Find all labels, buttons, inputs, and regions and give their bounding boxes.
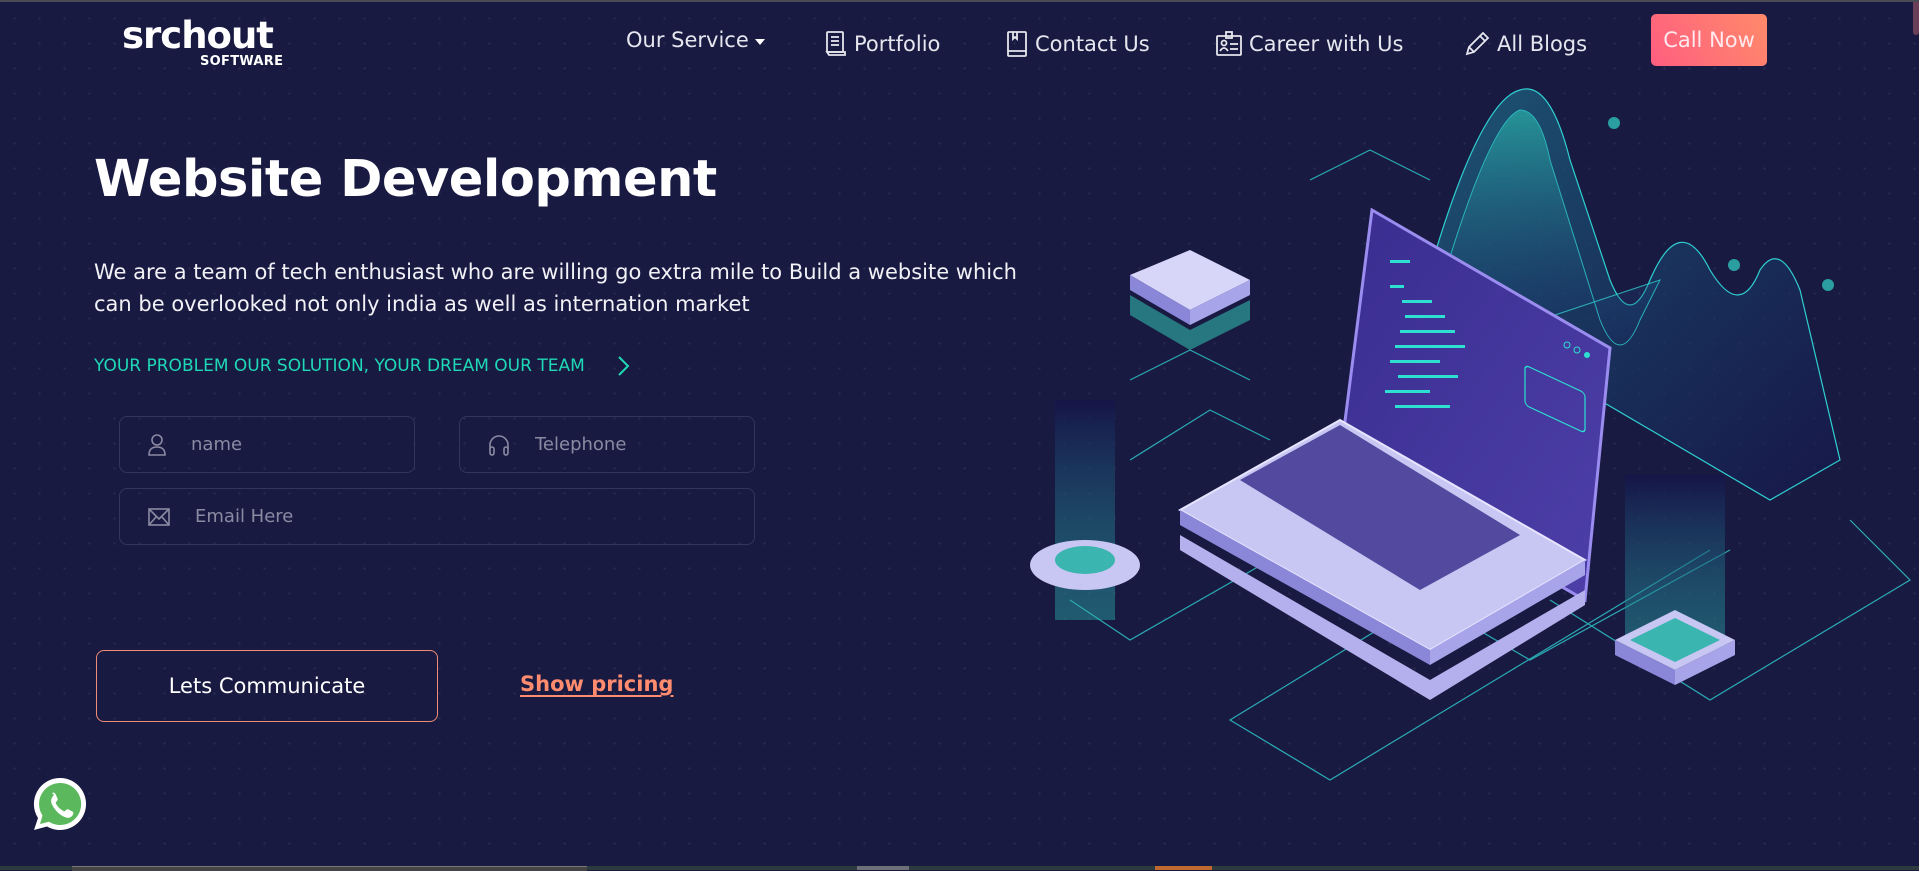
name-field[interactable] [119,416,418,473]
nav-item-career[interactable]: Career with Us [1216,24,1403,64]
envelope-icon [147,505,171,529]
nav-label: Portfolio [854,32,941,56]
call-now-button[interactable]: Call Now [1651,14,1767,66]
nav-item-contact-us[interactable]: Contact Us [1006,24,1150,64]
whatsapp-icon [33,777,87,830]
telephone-field[interactable] [459,416,762,473]
show-pricing-link[interactable]: Show pricing [520,672,673,696]
whatsapp-button[interactable] [30,774,90,834]
pencil-icon [1465,31,1490,56]
nav-label: Career with Us [1249,32,1404,56]
chevron-right-icon [618,356,630,376]
window-top-border [0,0,1919,2]
nav-label: Our Service [626,28,749,52]
caret-down-icon [754,39,765,45]
brand-subtitle: SOFTWARE [200,54,284,69]
scrollbar-thumb[interactable] [1913,2,1919,35]
lets-communicate-button[interactable]: Lets Communicate [96,650,438,722]
brand-name: srchout [122,14,274,57]
nav-label: All Blogs [1497,32,1588,56]
book-icon [1007,31,1027,57]
nav-item-portfolio[interactable]: Portfolio [825,24,940,64]
id-card-icon [1216,31,1242,56]
email-input[interactable] [193,488,754,545]
taskbar-item[interactable] [857,866,909,870]
name-input[interactable] [189,416,418,473]
tagline-link[interactable]: YOUR PROBLEM OUR SOLUTION, YOUR DREAM OU… [94,355,631,377]
brand-logo[interactable]: srchout SOFTWARE [122,16,292,72]
laptop-illustration [1030,88,1911,781]
nav-item-our-service[interactable]: Our Service [626,20,765,60]
nav-label: Contact Us [1035,32,1150,56]
headphones-icon [487,433,511,457]
telephone-input[interactable] [533,416,762,473]
tagline-text: YOUR PROBLEM OUR SOLUTION, YOUR DREAM OU… [94,356,585,376]
email-field[interactable] [119,488,755,545]
taskbar-item[interactable] [72,866,587,871]
nav-item-all-blogs[interactable]: All Blogs [1464,24,1587,64]
page-title: Website Development [94,150,717,209]
document-icon [825,31,846,56]
taskbar-item-active[interactable] [1155,866,1212,870]
hero-description: We are a team of tech enthusiast who are… [94,260,1017,316]
user-icon [147,433,167,457]
